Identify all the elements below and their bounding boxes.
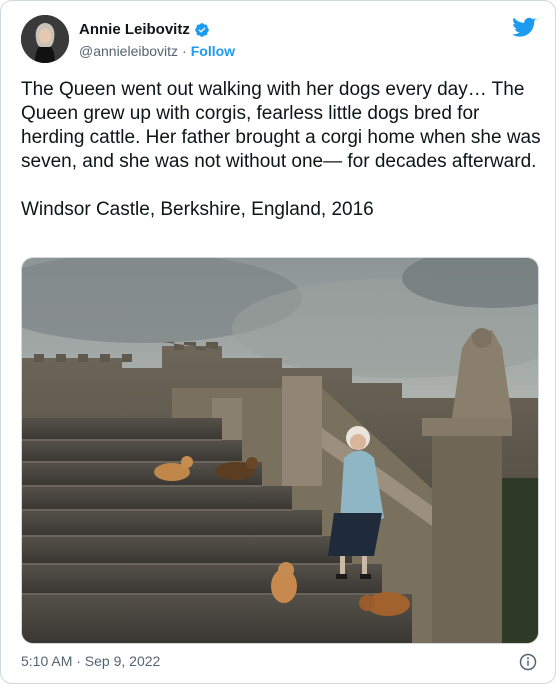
- tweet-header: Annie Leibovitz @annieleibovitz · Follow: [21, 15, 537, 63]
- separator-dot: ·: [182, 43, 187, 59]
- verified-badge-icon: [194, 22, 210, 38]
- author-name[interactable]: Annie Leibovitz: [79, 21, 190, 38]
- avatar[interactable]: [21, 15, 69, 63]
- tweet-text: The Queen went out walking with her dogs…: [21, 78, 541, 222]
- tweet-photo[interactable]: [21, 257, 539, 644]
- handle-row: @annieleibovitz · Follow: [79, 43, 235, 59]
- tweet-paragraph-1: The Queen went out walking with her dogs…: [21, 79, 541, 172]
- name-row: Annie Leibovitz: [79, 21, 210, 38]
- tweet-footer: 5:10 AM · Sep 9, 2022: [21, 653, 537, 673]
- tweet-card: Annie Leibovitz @annieleibovitz · Follow…: [0, 0, 556, 684]
- tweet-paragraph-2: Windsor Castle, Berkshire, England, 2016: [21, 199, 374, 220]
- info-icon[interactable]: [519, 653, 537, 671]
- follow-button[interactable]: Follow: [191, 43, 235, 59]
- author-handle[interactable]: @annieleibovitz: [79, 43, 178, 59]
- twitter-bird-icon[interactable]: [512, 17, 537, 39]
- tweet-timestamp[interactable]: 5:10 AM · Sep 9, 2022: [21, 653, 160, 669]
